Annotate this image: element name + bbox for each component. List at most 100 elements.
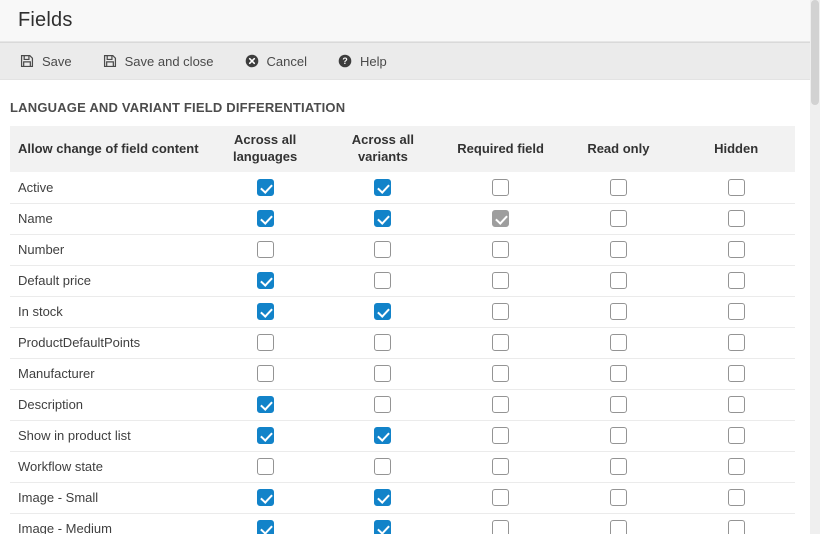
checkbox-cell (560, 451, 678, 482)
checkbox-cell (677, 265, 795, 296)
checkbox-read-only[interactable] (610, 458, 627, 475)
checkbox-across-all-languages[interactable] (257, 241, 274, 258)
column-header-across-all-variants: Across all variants (324, 126, 442, 172)
checkbox-across-all-variants[interactable] (374, 396, 391, 413)
checkbox-across-all-variants[interactable] (374, 179, 391, 196)
checkbox-cell (442, 203, 560, 234)
checkbox-cell (677, 451, 795, 482)
save-icon (20, 54, 34, 68)
checkbox-across-all-languages[interactable] (257, 427, 274, 444)
checkbox-across-all-languages[interactable] (257, 396, 274, 413)
checkbox-read-only[interactable] (610, 272, 627, 289)
checkbox-across-all-languages[interactable] (257, 179, 274, 196)
save-button[interactable]: Save (20, 54, 72, 69)
checkbox-read-only[interactable] (610, 303, 627, 320)
field-label: Description (10, 389, 206, 420)
checkbox-read-only[interactable] (610, 427, 627, 444)
field-label: Active (10, 172, 206, 203)
checkbox-required-field[interactable] (492, 334, 509, 351)
table-row: Name (10, 203, 795, 234)
checkbox-read-only[interactable] (610, 210, 627, 227)
checkbox-across-all-variants[interactable] (374, 334, 391, 351)
checkbox-hidden[interactable] (728, 241, 745, 258)
checkbox-cell (677, 358, 795, 389)
checkbox-cell (442, 327, 560, 358)
checkbox-cell (324, 296, 442, 327)
checkbox-cell (677, 420, 795, 451)
checkbox-across-all-variants[interactable] (374, 489, 391, 506)
checkbox-cell (206, 451, 324, 482)
checkbox-cell (442, 420, 560, 451)
checkbox-cell (677, 203, 795, 234)
table-row: Active (10, 172, 795, 203)
checkbox-hidden[interactable] (728, 427, 745, 444)
checkbox-cell (560, 265, 678, 296)
checkbox-required-field[interactable] (492, 365, 509, 382)
checkbox-hidden[interactable] (728, 396, 745, 413)
checkbox-across-all-languages[interactable] (257, 458, 274, 475)
checkbox-read-only[interactable] (610, 334, 627, 351)
checkbox-required-field[interactable] (492, 427, 509, 444)
table-row: Show in product list (10, 420, 795, 451)
checkbox-across-all-languages[interactable] (257, 334, 274, 351)
checkbox-across-all-languages[interactable] (257, 210, 274, 227)
checkbox-cell (442, 265, 560, 296)
checkbox-hidden[interactable] (728, 303, 745, 320)
help-button[interactable]: ? Help (338, 54, 387, 69)
checkbox-required-field[interactable] (492, 179, 509, 196)
scrollbar-track[interactable] (810, 0, 820, 534)
checkbox-hidden[interactable] (728, 334, 745, 351)
field-label: Default price (10, 265, 206, 296)
checkbox-read-only[interactable] (610, 365, 627, 382)
checkbox-hidden[interactable] (728, 179, 745, 196)
checkbox-across-all-variants[interactable] (374, 210, 391, 227)
checkbox-across-all-languages[interactable] (257, 489, 274, 506)
checkbox-hidden[interactable] (728, 210, 745, 227)
table-row: Default price (10, 265, 795, 296)
checkbox-across-all-variants[interactable] (374, 241, 391, 258)
save-and-close-button[interactable]: Save and close (103, 54, 214, 69)
checkbox-across-all-variants[interactable] (374, 272, 391, 289)
checkbox-cell (324, 513, 442, 534)
checkbox-cell (206, 234, 324, 265)
checkbox-cell (442, 451, 560, 482)
checkbox-across-all-variants[interactable] (374, 520, 391, 534)
checkbox-across-all-languages[interactable] (257, 303, 274, 320)
checkbox-hidden[interactable] (728, 365, 745, 382)
checkbox-across-all-variants[interactable] (374, 303, 391, 320)
checkbox-read-only[interactable] (610, 179, 627, 196)
checkbox-hidden[interactable] (728, 272, 745, 289)
checkbox-cell (206, 296, 324, 327)
checkbox-required-field[interactable] (492, 241, 509, 258)
column-header-allow-change: Allow change of field content (10, 126, 206, 172)
table-row: In stock (10, 296, 795, 327)
column-header-required-field: Required field (442, 126, 560, 172)
scrollbar-thumb[interactable] (811, 0, 819, 105)
checkbox-hidden[interactable] (728, 458, 745, 475)
checkbox-across-all-languages[interactable] (257, 365, 274, 382)
checkbox-across-all-variants[interactable] (374, 458, 391, 475)
checkbox-cell (324, 482, 442, 513)
checkbox-across-all-variants[interactable] (374, 365, 391, 382)
checkbox-read-only[interactable] (610, 241, 627, 258)
checkbox-required-field[interactable] (492, 458, 509, 475)
help-icon: ? (338, 54, 352, 68)
checkbox-hidden[interactable] (728, 520, 745, 534)
section-title: LANGUAGE AND VARIANT FIELD DIFFERENTIATI… (10, 100, 810, 115)
checkbox-required-field[interactable] (492, 520, 509, 534)
column-header-across-all-languages: Across all languages (206, 126, 324, 172)
checkbox-cell (442, 234, 560, 265)
checkbox-read-only[interactable] (610, 520, 627, 534)
checkbox-required-field[interactable] (492, 303, 509, 320)
checkbox-hidden[interactable] (728, 489, 745, 506)
field-label: Image - Medium (10, 513, 206, 534)
cancel-button[interactable]: Cancel (245, 54, 307, 69)
checkbox-required-field[interactable] (492, 272, 509, 289)
checkbox-read-only[interactable] (610, 396, 627, 413)
checkbox-across-all-languages[interactable] (257, 520, 274, 534)
checkbox-required-field[interactable] (492, 396, 509, 413)
checkbox-required-field[interactable] (492, 489, 509, 506)
checkbox-across-all-languages[interactable] (257, 272, 274, 289)
checkbox-read-only[interactable] (610, 489, 627, 506)
checkbox-across-all-variants[interactable] (374, 427, 391, 444)
